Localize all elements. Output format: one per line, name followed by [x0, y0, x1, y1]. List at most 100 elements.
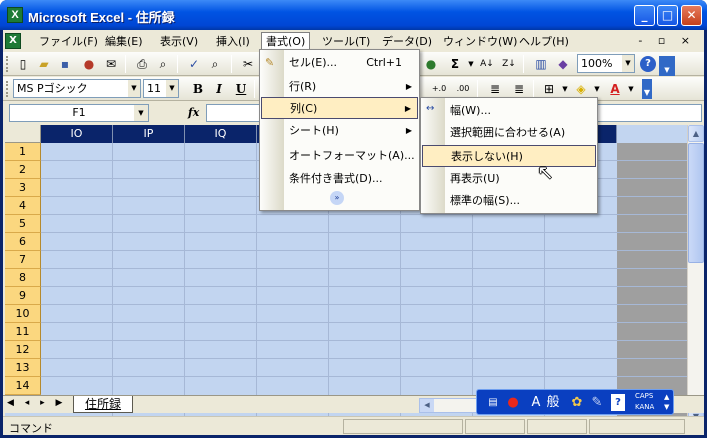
insert-function-icon[interactable]: fx — [188, 106, 199, 119]
toolbar-grip[interactable] — [6, 56, 9, 72]
horizontal-scrollbar[interactable]: ◀ — [419, 398, 479, 413]
menu-item-autoformat[interactable]: オートフォーマット(A)... — [261, 145, 418, 167]
increase-indent-icon[interactable]: ≣ — [511, 81, 527, 97]
chevron-down-icon[interactable]: ▼ — [622, 55, 634, 72]
italic-button[interactable]: I — [211, 81, 227, 97]
font-size-combo[interactable]: 11 ▼ — [143, 79, 179, 98]
row-header[interactable]: 2 — [5, 161, 41, 179]
autosum-icon[interactable]: Σ — [447, 56, 463, 72]
language-bar-options-icon[interactable]: ▲ ▼ — [664, 392, 669, 412]
font-name-combo[interactable]: MS Pゴシック ▼ — [13, 79, 141, 98]
open-icon[interactable]: ▰ — [36, 56, 52, 72]
row-header[interactable]: 1 — [5, 143, 41, 161]
row-header[interactable]: 4 — [5, 197, 41, 215]
expand-menu-icon[interactable]: » — [330, 191, 344, 205]
vertical-scrollbar[interactable]: ▲ ▼ — [687, 125, 704, 425]
sort-ascending-icon[interactable]: A↓ — [479, 56, 495, 72]
help-icon[interactable]: ? — [640, 56, 656, 72]
zoom-combo[interactable]: 100% ▼ — [577, 54, 635, 73]
menu-data[interactable]: データ(D) — [378, 33, 436, 50]
row-header[interactable]: 10 — [5, 305, 41, 323]
new-icon[interactable]: ▯ — [15, 56, 31, 72]
column-header-iq[interactable]: IQ — [185, 125, 257, 143]
column-header-io[interactable]: IO — [41, 125, 113, 143]
excel-app-icon[interactable]: X — [7, 7, 23, 23]
workbook-window-controls[interactable]: - ▫ × — [638, 34, 696, 47]
row-header[interactable]: 11 — [5, 323, 41, 341]
fill-color-icon[interactable]: ◈ — [573, 81, 589, 97]
row-header[interactable]: 14 — [5, 377, 41, 395]
keyboard-icon[interactable]: ▤ — [485, 394, 501, 411]
borders-icon[interactable]: ⊞ — [541, 81, 557, 97]
help-icon[interactable]: ? — [611, 394, 625, 411]
font-color-icon[interactable]: A — [607, 81, 623, 97]
research-icon[interactable]: ⌕ — [207, 56, 223, 72]
close-button[interactable]: ✕ — [681, 5, 702, 26]
row-header[interactable]: 3 — [5, 179, 41, 197]
print-preview-icon[interactable]: ⌕ — [155, 56, 171, 72]
menu-item-conditional-format[interactable]: 条件付き書式(D)... — [261, 168, 418, 190]
menu-item-row[interactable]: 行(R) ▶ — [261, 76, 418, 98]
chevron-down-icon[interactable]: ▼ — [128, 80, 140, 97]
chevron-down-icon[interactable]: ▼ — [134, 105, 148, 121]
submenu-item-autofit[interactable]: 選択範囲に合わせる(A) — [422, 122, 596, 144]
input-mode-icon[interactable]: A — [529, 394, 543, 411]
ime-icon[interactable]: ● — [505, 394, 521, 411]
drawing-icon[interactable]: ◆ — [555, 56, 571, 72]
ime-pad-icon[interactable]: ✿ — [569, 394, 585, 411]
row-header[interactable]: 12 — [5, 341, 41, 359]
menu-item-cells[interactable]: ✎ セル(E)... Ctrl+1 — [261, 52, 418, 74]
menu-help[interactable]: ヘルプ(H) — [515, 33, 573, 50]
menu-tools[interactable]: ツール(T) — [318, 33, 374, 50]
decrease-decimal-icon[interactable]: .00 — [455, 81, 471, 97]
menu-file[interactable]: ファイル(F) — [35, 33, 102, 50]
minimize-button[interactable]: _ — [634, 5, 655, 26]
increase-decimal-icon[interactable]: +.0 — [431, 81, 447, 97]
spelling-icon[interactable]: ✓ — [186, 56, 202, 72]
submenu-item-standard-width[interactable]: 標準の幅(S)... — [422, 190, 596, 212]
maximize-button[interactable]: □ — [657, 5, 678, 26]
email-icon[interactable]: ✉ — [103, 56, 119, 72]
scroll-thumb[interactable] — [688, 143, 704, 263]
row-header[interactable]: 7 — [5, 251, 41, 269]
toolbar-grip[interactable] — [6, 81, 9, 97]
conversion-mode-label[interactable]: 般 — [545, 394, 561, 411]
ime-language-bar[interactable]: ▤ ● A 般 ✿ ✎ ? CAPS KANA ▲ ▼ — [476, 389, 674, 415]
title-bar[interactable]: X Microsoft Excel - 住所録 _ □ ✕ — [0, 0, 707, 30]
underline-button[interactable]: U — [233, 81, 249, 97]
row-header[interactable]: 6 — [5, 233, 41, 251]
submenu-item-unhide[interactable]: 再表示(U) — [422, 168, 596, 190]
permission-icon[interactable]: ● — [81, 56, 97, 72]
submenu-item-hide[interactable]: 表示しない(H) — [422, 145, 596, 167]
menu-view[interactable]: 表示(V) — [156, 33, 202, 50]
cut-icon[interactable]: ✂ — [240, 56, 256, 72]
autosum-dropdown-icon[interactable]: ▼ — [463, 56, 479, 72]
scroll-left-icon[interactable]: ◀ — [420, 399, 434, 412]
menu-window[interactable]: ウィンドウ(W) — [439, 33, 521, 50]
menu-insert[interactable]: 挿入(I) — [212, 33, 254, 50]
row-header[interactable]: 8 — [5, 269, 41, 287]
font-color-dropdown-icon[interactable]: ▼ — [623, 81, 639, 97]
select-all-corner[interactable] — [5, 125, 41, 143]
sort-descending-icon[interactable]: Z↓ — [501, 56, 517, 72]
chevron-down-icon[interactable]: ▼ — [166, 80, 178, 97]
tab-navigation-icons[interactable]: ◀ ◂ ▸ ▶ — [7, 398, 66, 408]
hyperlink-icon[interactable]: ● — [423, 56, 439, 72]
sheet-tab-active[interactable]: 住所録 — [73, 396, 133, 413]
chart-wizard-icon[interactable]: ▥ — [533, 56, 549, 72]
decrease-indent-icon[interactable]: ≣ — [487, 81, 503, 97]
column-header-ip[interactable]: IP — [113, 125, 185, 143]
bold-button[interactable]: B — [190, 81, 206, 97]
submenu-item-width[interactable]: ↔ 幅(W)... — [422, 100, 596, 122]
menu-item-sheet[interactable]: シート(H) ▶ — [261, 120, 418, 142]
menu-item-column[interactable]: 列(C) ▶ — [261, 97, 418, 119]
save-icon[interactable]: ▪ — [57, 56, 73, 72]
workbook-icon[interactable]: X — [5, 33, 21, 49]
row-header[interactable]: 5 — [5, 215, 41, 233]
print-icon[interactable]: ⎙ — [134, 56, 150, 72]
scroll-up-icon[interactable]: ▲ — [688, 125, 704, 142]
tools-icon[interactable]: ✎ — [589, 394, 605, 411]
row-header[interactable]: 13 — [5, 359, 41, 377]
name-box[interactable]: F1 ▼ — [9, 104, 149, 122]
toolbar-options-icon[interactable]: ▼ — [659, 56, 675, 76]
